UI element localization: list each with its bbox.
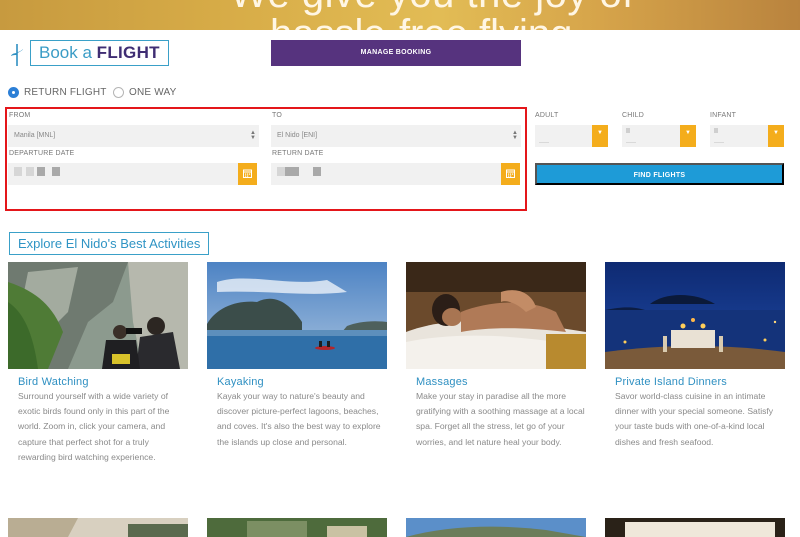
book-title-emphasis: FLIGHT <box>96 43 160 62</box>
find-flights-button[interactable]: FIND FLIGHTS <box>535 163 784 185</box>
child-label: CHILD <box>622 112 645 119</box>
redacted-value <box>626 128 630 133</box>
redacted-value <box>626 142 636 143</box>
trip-type-return-radio[interactable]: RETURN FLIGHT <box>8 86 107 98</box>
trip-type-oneway-radio[interactable]: ONE WAY <box>113 86 177 98</box>
manage-booking-button[interactable]: MANAGE BOOKING <box>271 40 521 66</box>
bird-watching-description: Surround yourself with a wide variety of… <box>18 391 170 462</box>
adult-label: ADULT <box>535 112 559 119</box>
radio-unselected-icon <box>113 86 124 98</box>
activity-image[interactable] <box>406 518 586 537</box>
redacted-value <box>539 142 549 143</box>
book-title-prefix: Book a <box>39 43 97 62</box>
massages-image[interactable] <box>406 262 586 369</box>
hero-banner: We give you the joy of hassle-free flyin… <box>0 0 800 30</box>
trip-type-return-label: RETURN FLIGHT <box>24 86 107 98</box>
bird-watching-title[interactable]: Bird Watching <box>18 376 89 388</box>
infant-dropdown-button[interactable]: ▼ <box>768 125 784 147</box>
highlight-box <box>5 107 527 211</box>
adult-select[interactable] <box>535 125 592 147</box>
child-dropdown-button[interactable]: ▼ <box>680 125 696 147</box>
private-island-dinners-title[interactable]: Private Island Dinners <box>615 376 727 388</box>
kayaking-description: Kayak your way to nature's beauty and di… <box>217 391 381 447</box>
infant-select[interactable] <box>710 125 768 147</box>
kayaking-title[interactable]: Kayaking <box>217 376 264 388</box>
adult-dropdown-button[interactable]: ▼ <box>592 125 608 147</box>
activity-image[interactable] <box>605 518 785 537</box>
hero-subheadline: hassle-free flying <box>270 14 572 30</box>
activities-heading: Explore El Nido's Best Activities <box>9 232 210 255</box>
caret-down-icon: ▼ <box>685 130 691 136</box>
airline-logo-icon <box>11 44 23 66</box>
caret-down-icon: ▼ <box>773 130 779 136</box>
massages-title[interactable]: Massages <box>416 376 468 388</box>
private-island-dinners-description: Savor world-class cuisine in an intimate… <box>615 391 774 447</box>
booking-page: We give you the joy of hassle-free flyin… <box>0 0 800 537</box>
kayaking-image[interactable] <box>207 262 387 369</box>
radio-selected-icon <box>8 86 19 98</box>
redacted-value <box>714 142 724 143</box>
activity-image[interactable] <box>8 518 188 537</box>
child-select[interactable] <box>622 125 680 147</box>
book-a-flight-title: Book a FLIGHT <box>30 40 169 66</box>
caret-down-icon: ▼ <box>597 130 603 136</box>
activity-image[interactable] <box>207 518 387 537</box>
massages-description: Make your stay in paradise all the more … <box>416 391 585 447</box>
trip-type-oneway-label: ONE WAY <box>129 86 177 98</box>
private-island-dinners-image[interactable] <box>605 262 785 369</box>
infant-label: INFANT <box>710 112 737 119</box>
redacted-value <box>714 128 718 133</box>
bird-watching-image[interactable] <box>8 262 188 369</box>
